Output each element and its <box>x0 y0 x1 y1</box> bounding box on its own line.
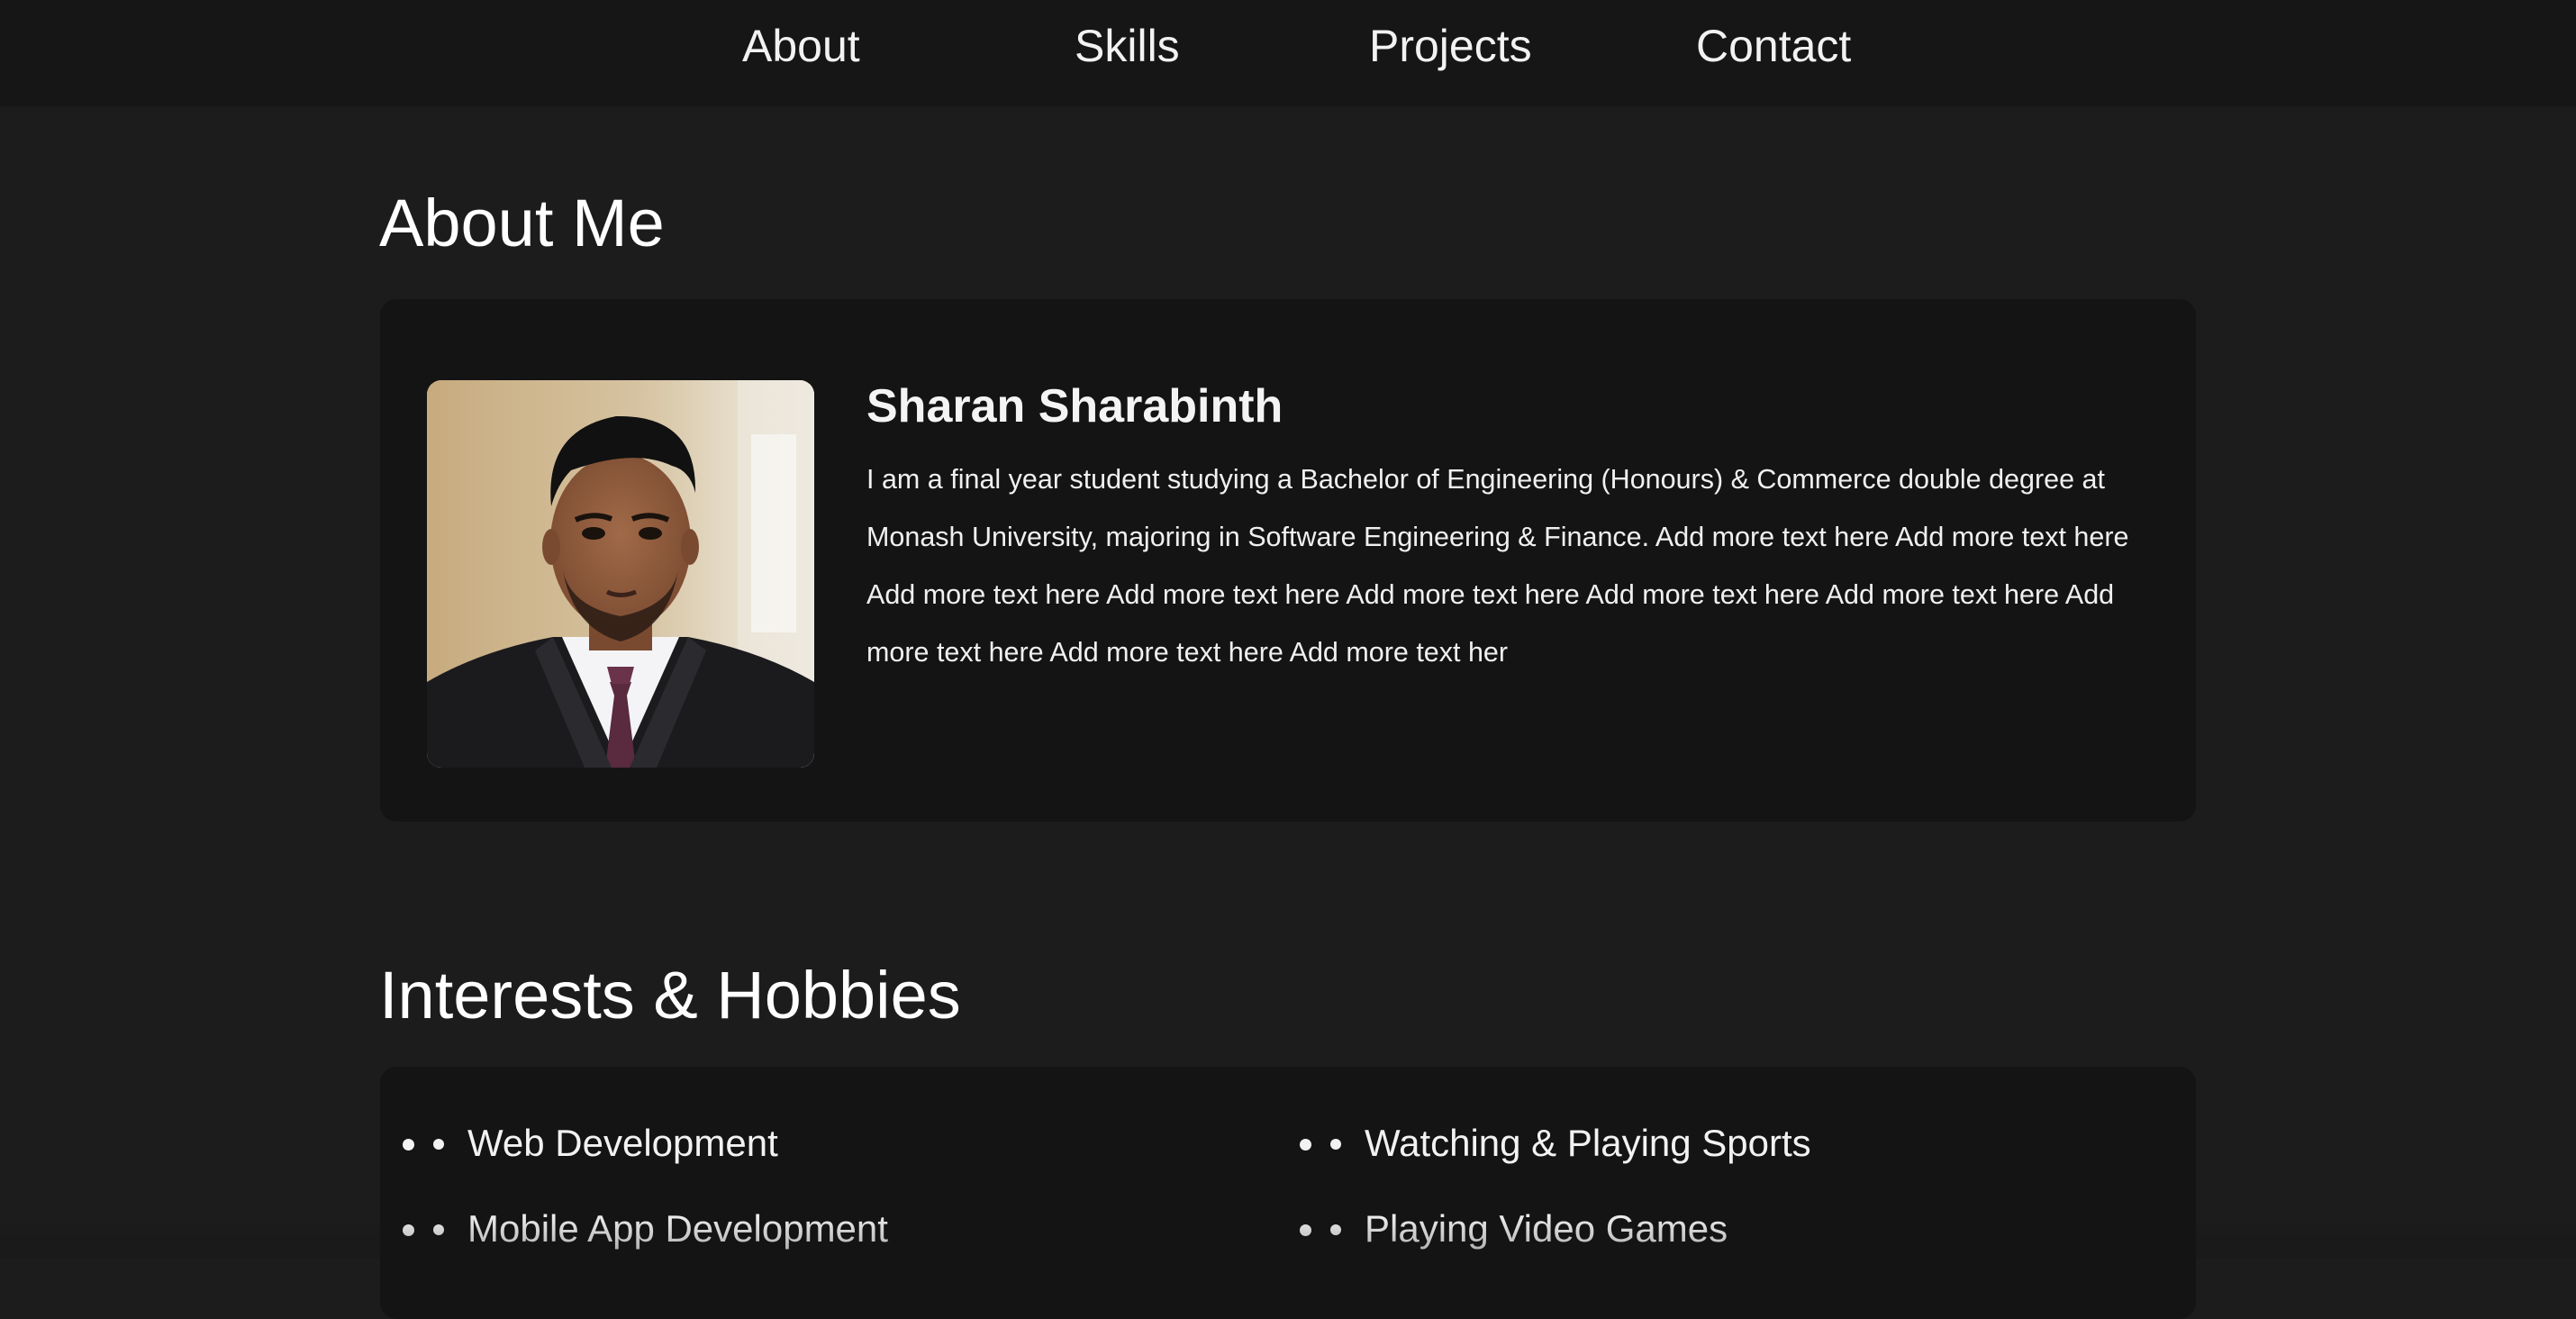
nav-link-about[interactable]: About <box>742 16 860 76</box>
about-section-title: About Me <box>379 186 665 260</box>
list-item-sports: Watching & Playing Sports <box>1329 1116 1811 1170</box>
interests-list: Web Development Watching & Playing Sport… <box>380 1067 2196 1319</box>
about-card: Sharan Sharabinth I am a final year stud… <box>380 299 2196 822</box>
profile-photo <box>427 380 814 768</box>
nav-link-contact[interactable]: Contact <box>1696 16 1851 76</box>
list-item-video-games: Playing Video Games <box>1329 1202 1728 1256</box>
navbar: About Skills Projects Contact <box>0 0 2576 106</box>
interests-card: Web Development Watching & Playing Sport… <box>380 1067 2196 1319</box>
interests-section-title: Interests & Hobbies <box>379 958 961 1032</box>
profile-name: Sharan Sharabinth <box>866 380 1283 432</box>
list-item-web-development: Web Development <box>431 1116 778 1170</box>
nav-link-projects[interactable]: Projects <box>1369 16 1532 76</box>
list-item-mobile-app-development: Mobile App Development <box>431 1202 888 1256</box>
profile-portrait-image <box>427 380 814 768</box>
profile-bio: I am a final year student studying a Bac… <box>866 464 2129 668</box>
nav-link-skills[interactable]: Skills <box>1075 16 1180 76</box>
